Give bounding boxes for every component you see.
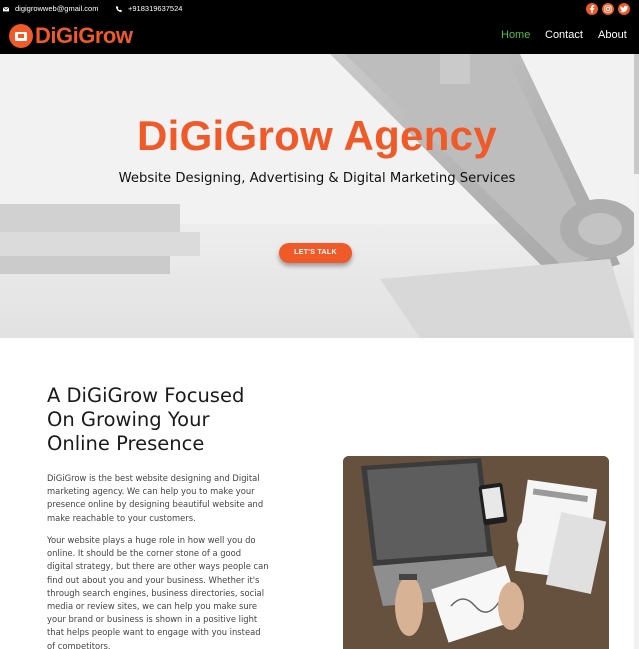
twitter-icon[interactable] [618, 3, 630, 15]
paragraph-line: that helps people want to engage with yo… [47, 627, 261, 638]
phone-contact[interactable]: +918319637524 [116, 4, 182, 13]
lets-talk-button[interactable]: LET'S TALK [279, 243, 352, 263]
paragraph-line: marketing agency. We can help you to mak… [47, 486, 255, 497]
paragraph-line: of competitors. [47, 640, 111, 649]
paragraph-line: presence online by designing beautiful w… [47, 499, 264, 510]
nav-link-about[interactable]: About [598, 29, 627, 41]
hero-overlay [0, 54, 634, 338]
page-scrollbar[interactable] [634, 54, 639, 649]
about-headline: A DiGiGrow Focused On Growing Your Onlin… [47, 384, 297, 456]
phone-text: +918319637524 [128, 4, 183, 13]
paragraph-line: media or review sites, we can help you m… [47, 601, 258, 612]
headline-line: A DiGiGrow Focused [47, 384, 245, 407]
phone-icon [116, 5, 122, 12]
main-navigation: DiGiGrow Home Contact About [0, 18, 639, 54]
top-bar: digigrowweb@gmail.com +918319637524 [0, 0, 639, 18]
headline-line: Online Presence [47, 432, 205, 455]
paragraph-line: DiGiGrow is the best website designing a… [47, 473, 260, 483]
nav-link-home[interactable]: Home [501, 29, 530, 41]
nav-link-contact[interactable]: Contact [545, 29, 583, 41]
instagram-icon[interactable] [602, 3, 614, 15]
hero-subtitle: Website Designing, Advertising & Digital… [118, 171, 516, 186]
workspace-photo [343, 456, 609, 649]
hero-section: DiGiGrow Agency Website Designing, Adver… [0, 54, 634, 338]
logo-mark-icon [9, 24, 33, 48]
paragraph-line: your brand or business is shown in a pos… [47, 614, 258, 625]
paragraph-line: make reachable to your customers. [47, 512, 196, 523]
paragraph-line: through search engines, business directo… [47, 587, 265, 598]
paragraph-line: online. It should be the corner stone of… [47, 548, 242, 559]
envelope-icon [3, 6, 9, 11]
paragraph-line: find out about you and your business. Wh… [47, 574, 260, 585]
email-contact[interactable]: digigrowweb@gmail.com [3, 4, 98, 13]
workspace-photo-graphic [343, 456, 609, 649]
facebook-icon[interactable] [586, 3, 598, 15]
hero-title: DiGiGrow Agency [136, 112, 497, 159]
scrollbar-thumb[interactable] [634, 54, 639, 174]
logo-text: DiGiGrow [35, 23, 133, 48]
paragraph-line: digital strategy, but there are other wa… [47, 561, 269, 572]
site-logo[interactable]: DiGiGrow [9, 21, 133, 51]
about-paragraph-1: DiGiGrow is the best website designing a… [47, 472, 287, 525]
headline-line: On Growing Your [47, 408, 210, 431]
email-text: digigrowweb@gmail.com [15, 4, 99, 13]
about-paragraph-2: Your website plays a huge role in how we… [47, 534, 287, 649]
paragraph-line: Your website plays a huge role in how we… [47, 535, 256, 545]
